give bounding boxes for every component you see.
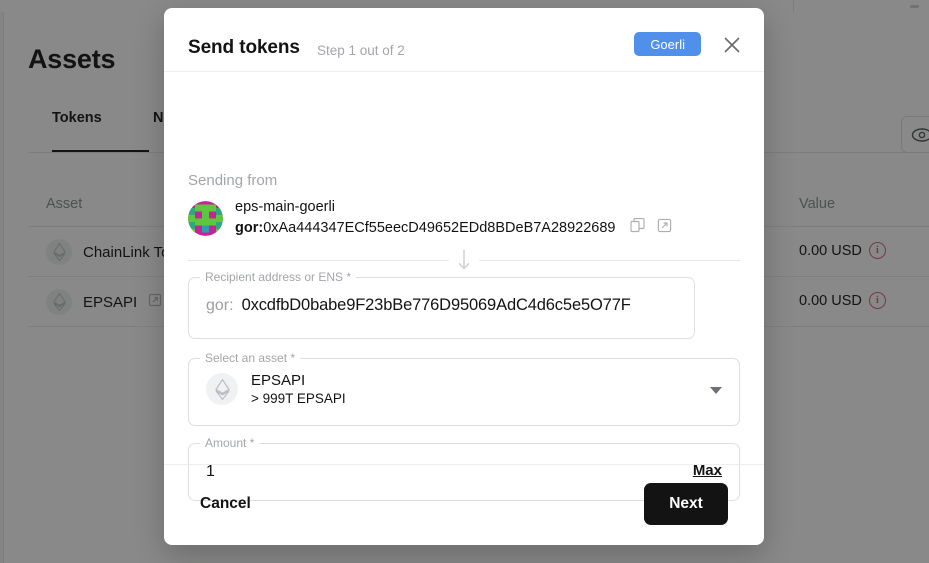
chain-badge: Goerli	[634, 32, 701, 56]
account-name: eps-main-goerli	[235, 199, 335, 215]
send-tokens-dialog: Send tokens Step 1 out of 2 Goerli Sendi…	[164, 8, 764, 545]
recipient-value-wrap: gor: 0xcdfbD0babe9F23bBe776D95069AdC4d6c…	[206, 296, 631, 315]
recipient-address-label: Recipient address or ENS *	[200, 270, 357, 284]
recipient-address-field[interactable]: Recipient address or ENS * gor: 0xcdfbD0…	[188, 270, 695, 339]
amount-label: Amount *	[200, 436, 260, 450]
close-button[interactable]	[721, 34, 743, 56]
identicon-icon	[188, 200, 223, 236]
address-actions	[629, 217, 672, 237]
account-address: 0xAa444347ECf55eecD49652EDd8BDeB7A289226…	[263, 219, 616, 236]
ethereum-diamond-icon	[206, 373, 238, 405]
selected-asset: EPSAPI > 999T EPSAPI	[206, 372, 346, 406]
asset-select-label: Select an asset *	[200, 351, 301, 365]
address-prefix: gor:	[235, 219, 264, 236]
dialog-step-indicator: Step 1 out of 2	[317, 43, 405, 58]
account-address-line: gor: 0xAa444347ECf55eecD49652EDd8BDeB7A28…	[235, 217, 672, 237]
close-icon	[724, 37, 740, 53]
sending-from-account: eps-main-goerli gor: 0xAa444347ECf55eecD4…	[188, 199, 672, 237]
chevron-down-icon[interactable]	[710, 387, 722, 394]
avatar	[188, 200, 223, 236]
next-button[interactable]: Next	[644, 483, 728, 525]
asset-texts: EPSAPI > 999T EPSAPI	[251, 372, 346, 406]
external-link-icon[interactable]	[657, 218, 672, 237]
dialog-header: Send tokens Step 1 out of 2 Goerli	[164, 8, 764, 72]
app-root: Assets Tokens NFTs Asset Value	[0, 0, 929, 563]
cancel-button[interactable]: Cancel	[200, 495, 251, 513]
asset-balance: > 999T EPSAPI	[251, 391, 346, 406]
dialog-body: Sending from eps-main-goerli gor: 0xAa44…	[164, 72, 764, 501]
copy-icon[interactable]	[629, 217, 645, 237]
asset-select-field[interactable]: Select an asset * EPSAPI > 999T EPSAPI	[188, 351, 740, 426]
recipient-input[interactable]: 0xcdfbD0babe9F23bBe776D95069AdC4d6c5e5O7…	[242, 296, 631, 315]
flow-divider	[188, 249, 740, 272]
arrow-down-icon	[449, 249, 479, 272]
sending-from-label: Sending from	[188, 172, 278, 189]
recipient-prefix: gor:	[206, 297, 234, 314]
dialog-footer: Cancel Next	[164, 464, 764, 545]
sending-from-texts: eps-main-goerli gor: 0xAa444347ECf55eecD4…	[235, 199, 672, 237]
dialog-title: Send tokens	[188, 37, 300, 58]
asset-symbol: EPSAPI	[251, 372, 306, 389]
